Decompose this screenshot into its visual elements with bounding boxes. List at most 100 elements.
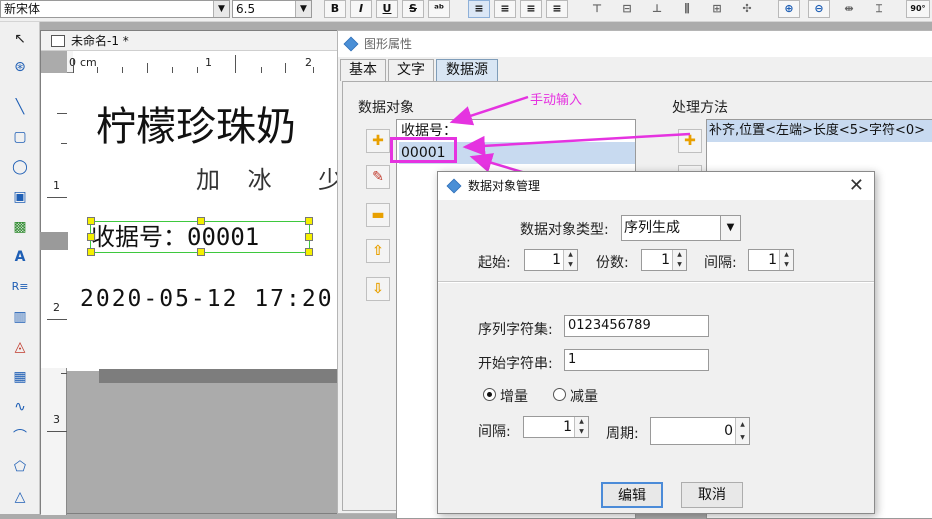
label-title-text[interactable]: 柠檬珍珠奶 [96,94,296,152]
tab-basic[interactable]: 基本 [340,59,386,81]
step-label: 间隔: [478,424,511,440]
align-bottom-button[interactable]: ⊥ [646,0,668,18]
justify-button[interactable]: ≡ [546,0,568,18]
interval-spinner[interactable]: 1 ▲ ▼ [748,249,794,271]
same-size-button[interactable]: ✣ [736,0,758,18]
decrement-radio[interactable] [553,388,566,401]
increment-label: 增量 [500,389,528,405]
resize-handle[interactable] [197,248,205,256]
cancel-button[interactable]: 取消 [681,482,743,508]
edit-data-button[interactable]: ✎ [366,165,390,189]
distribute-h-button[interactable]: ⫼ [676,0,698,18]
plus-icon: ✚ [684,133,696,149]
distribute-v-button[interactable]: ⊞ [706,0,728,18]
spacing-button[interactable]: ⇹ [838,0,860,18]
polygon-tool[interactable]: ⬠ [9,456,31,478]
barcode-icon: ▥ [13,309,27,325]
resize-handle[interactable] [87,248,95,256]
rectangle-tool[interactable]: ▢ [9,126,31,148]
lock-icon: ⌶ [875,2,883,15]
qrcode-tool[interactable]: ◬ [9,336,31,358]
tab-data-source[interactable]: 数据源 [436,59,498,81]
picture-tool[interactable]: ▩ [9,216,31,238]
move-up-button[interactable]: ⇧ [366,239,390,263]
ruler-label: 2 [305,56,312,69]
resize-handle[interactable] [305,248,313,256]
spinner-arrows-icon[interactable]: ▲ ▼ [563,250,577,270]
font-name-select[interactable]: 新宋体 ▼ [0,0,230,18]
label-ice-text[interactable]: 加 冰 [196,160,282,195]
spinner-arrows-icon[interactable]: ▲ ▼ [779,250,793,270]
spinner-arrows-icon[interactable]: ▲ ▼ [672,250,686,270]
rectangle-icon: ▢ [13,129,27,145]
start-spinner[interactable]: 1 ▲ ▼ [524,249,578,271]
add-process-button[interactable]: ✚ [678,129,702,153]
tab-text[interactable]: 文字 [388,59,434,81]
resize-handle[interactable] [87,233,95,241]
distribute-h-icon: ⫼ [684,2,690,15]
start-string-input[interactable]: 1 [564,349,709,371]
italic-button[interactable]: I [350,0,372,18]
line-tool[interactable]: ╲ [9,96,31,118]
close-icon[interactable]: ✕ [849,172,864,200]
special-char-button[interactable]: ᵃᵇ [428,0,450,18]
move-down-button[interactable]: ⇩ [366,277,390,301]
resize-handle[interactable] [87,217,95,225]
copies-spinner[interactable]: 1 ▲ ▼ [641,249,687,271]
align-middle-button[interactable]: ⊟ [616,0,638,18]
lock-button[interactable]: ⌶ [868,0,890,18]
align-center-button[interactable]: ≡ [494,0,516,18]
underline-button[interactable]: U [376,0,398,18]
properties-title-bar[interactable]: 图形属性 [338,31,932,57]
center-h-button[interactable]: ⊕ [778,0,800,18]
barcode-tool[interactable]: ▥ [9,306,31,328]
text-tool[interactable]: A [9,246,31,268]
start-value: 1 [552,252,561,268]
bold-button[interactable]: B [324,0,346,18]
edit-button[interactable]: 编辑 [601,482,663,508]
document-title-bar[interactable]: 未命名-1 * [41,31,339,51]
resize-handle[interactable] [197,217,205,225]
type-select[interactable]: 序列生成 ▼ [621,215,741,241]
charset-value: 0123456789 [568,318,651,333]
rotate-90-button[interactable]: 90° [906,0,930,18]
increment-radio[interactable] [483,388,496,401]
list-item[interactable]: 补齐,位置<左端>长度<5>字符<0> [707,120,932,142]
hand-tool[interactable]: ⊛ [9,56,31,78]
curve-tool[interactable]: ∿ [9,396,31,418]
remove-data-button[interactable]: ▬ [366,203,390,227]
window-icon [51,35,65,47]
resize-handle[interactable] [305,217,313,225]
label-date-text[interactable]: 2020-05-12 17:20 [80,286,334,312]
chevron-down-icon[interactable]: ▼ [213,1,229,17]
manager-title-bar[interactable]: 数据对象管理 ✕ [438,172,874,200]
align-right-button[interactable]: ≡ [520,0,542,18]
step-spinner[interactable]: 1 ▲ ▼ [523,416,589,438]
annotation-text: 手动输入 [530,93,583,108]
line-icon: ╲ [15,99,25,115]
font-size-select[interactable]: 6.5 ▼ [232,0,312,18]
triangle-tool[interactable]: △ [9,486,31,508]
select-tool[interactable]: ↖ [9,28,31,50]
period-spinner[interactable]: 0 ▲ ▼ [650,417,750,445]
type-label: 数据对象类型: [520,222,609,238]
chevron-down-icon[interactable]: ▼ [720,216,740,240]
font-name-value: 新宋体 [4,2,41,16]
center-v-button[interactable]: ⊖ [808,0,830,18]
arc-tool[interactable]: ⌒ [9,426,31,448]
spinner-arrows-icon[interactable]: ▲ ▼ [574,417,588,437]
align-top-button[interactable]: ⊤ [586,0,608,18]
align-left-button[interactable]: ≡ [468,0,490,18]
resize-handle[interactable] [305,233,313,241]
rich-text-tool[interactable]: R≡ [9,276,31,298]
distribute-v-icon: ⊞ [712,2,722,15]
ellipse-tool[interactable]: ◯ [9,156,31,178]
add-data-button[interactable]: ✚ [366,129,390,153]
qr-tool[interactable]: ▦ [9,366,31,388]
charset-input[interactable]: 0123456789 [564,315,709,337]
spinner-arrows-icon[interactable]: ▲ ▼ [735,418,749,444]
image-tool[interactable]: ▣ [9,186,31,208]
chevron-down-icon[interactable]: ▼ [295,1,311,17]
strike-button[interactable]: S [402,0,424,18]
data-object-manager-dialog: 数据对象管理 ✕ 数据对象类型: 序列生成 ▼ 起始: 1 ▲ ▼ 份数: 1 ▲… [437,171,875,514]
